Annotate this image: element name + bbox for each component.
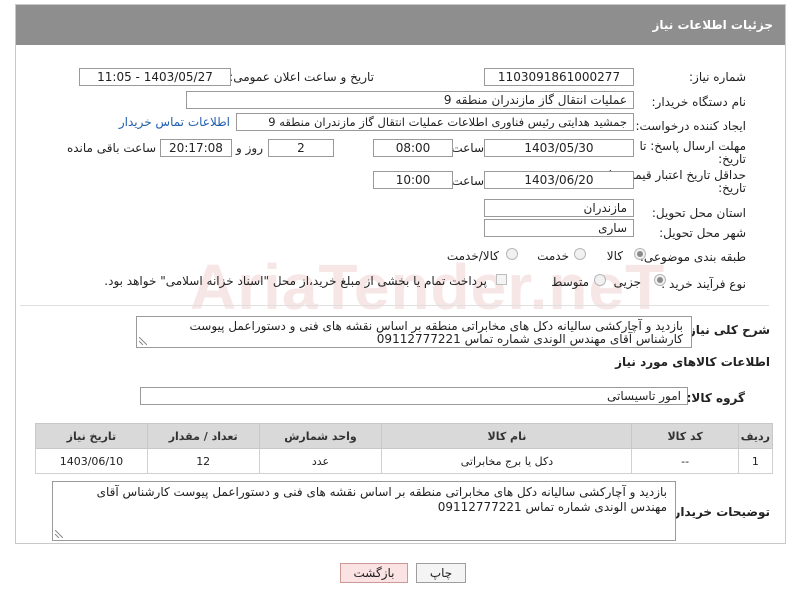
- validity-label-date: تاریخ:: [718, 181, 746, 195]
- description-text: بازدید و آچارکشی سالیانه دکل های مخابرات…: [189, 319, 683, 346]
- col-item-code: کد کالا: [631, 423, 739, 449]
- buyer-org-label: نام دستگاه خریدار:: [651, 95, 747, 109]
- buyer-notes-text: بازدید و آچارکشی سالیانه دکل های مخابرات…: [96, 485, 667, 514]
- deadline-date-field: 1403/05/30: [484, 139, 634, 157]
- col-row-number: ردیف: [737, 423, 774, 449]
- cell-item-code: --: [631, 448, 739, 474]
- cell-quantity: 12: [146, 448, 260, 474]
- deadline-hour-label: ساعت: [451, 141, 484, 155]
- days-label: روز و: [236, 141, 263, 155]
- treasury-note: پرداخت تمام یا بخشی از مبلغ خرید،از محل …: [104, 274, 487, 288]
- treasury-checkbox[interactable]: [496, 274, 507, 285]
- goods-group-field: امور تاسیساتی: [140, 387, 688, 405]
- col-item-name: نام کالا: [381, 423, 633, 449]
- resize-grip-icon[interactable]: [55, 530, 63, 538]
- validity-date-field: 1403/06/20: [484, 171, 634, 189]
- buyer-contact-link[interactable]: اطلاعات تماس خریدار: [119, 115, 230, 129]
- category-radio-goods-service[interactable]: [506, 248, 518, 260]
- category-option-goods: کالا: [606, 249, 623, 263]
- process-radio-minor[interactable]: [654, 274, 666, 286]
- goods-section-title: اطلاعات کالاهای مورد نیاز: [615, 355, 770, 369]
- category-label: طبقه بندی موضوعی:: [639, 250, 746, 264]
- process-option-minor: جزیی: [613, 275, 641, 289]
- category-option-service: خدمت: [537, 249, 569, 263]
- category-option-goods-service: کالا/خدمت: [446, 249, 499, 263]
- city-label: شهر محل تحویل:: [659, 226, 746, 240]
- description-label: شرح کلی نیاز:: [684, 323, 770, 337]
- col-unit: واحد شمارش: [258, 423, 383, 449]
- remaining-time-label: ساعت باقی مانده: [66, 141, 156, 155]
- cell-unit: عدد: [258, 448, 383, 474]
- cell-need-date: 1403/06/10: [35, 448, 148, 474]
- cell-row-number: 1: [737, 448, 774, 474]
- announce-field: 1403/05/27 - 11:05: [79, 68, 231, 86]
- deadline-label: مهلت ارسال پاسخ: تا: [639, 139, 746, 153]
- creator-label: ایجاد کننده درخواست:: [635, 119, 746, 133]
- days-field: 2: [268, 139, 334, 157]
- remaining-time-field: 20:17:08: [160, 139, 232, 157]
- section-divider: [20, 305, 769, 306]
- creator-field: جمشید هدایتی رئیس فناوری اطلاعات عملیات …: [236, 113, 634, 131]
- col-quantity: تعداد / مقدار: [146, 423, 260, 449]
- process-label: نوع فرآیند خرید :: [661, 277, 746, 291]
- province-label: استان محل تحویل:: [651, 206, 746, 220]
- process-radio-medium[interactable]: [594, 274, 606, 286]
- deadline-hour-field: 08:00: [373, 139, 453, 157]
- announce-label: تاریخ و ساعت اعلان عمومی:: [229, 70, 374, 84]
- need-number-label: شماره نیاز:: [689, 70, 746, 84]
- validity-hour-label: ساعت: [451, 174, 484, 188]
- need-number-field: 1103091861000277: [484, 68, 634, 86]
- table-row: 1 -- دکل یا برج مخابراتی عدد 12 1403/06/…: [35, 448, 774, 474]
- col-need-date: تاریخ نیاز: [35, 423, 148, 449]
- resize-grip-icon[interactable]: [139, 337, 147, 345]
- description-field: بازدید و آچارکشی سالیانه دکل های مخابرات…: [136, 316, 692, 348]
- goods-group-label: گروه کالا:: [686, 391, 745, 405]
- city-field: ساری: [484, 219, 634, 237]
- back-button[interactable]: بازگشت: [340, 563, 408, 583]
- category-radio-service[interactable]: [574, 248, 586, 260]
- buyer-org-field: عملیات انتقال گاز مازندران منطقه 9: [186, 91, 634, 109]
- goods-table-header: ردیف کد کالا نام کالا واحد شمارش تعداد /…: [35, 423, 774, 449]
- validity-hour-field: 10:00: [373, 171, 453, 189]
- goods-table: ردیف کد کالا نام کالا واحد شمارش تعداد /…: [35, 423, 774, 474]
- print-button[interactable]: چاپ: [416, 563, 466, 583]
- cell-item-name: دکل یا برج مخابراتی: [381, 448, 633, 474]
- province-field: مازندران: [484, 199, 634, 217]
- process-option-medium: متوسط: [551, 275, 589, 289]
- buyer-notes-field: بازدید و آچارکشی سالیانه دکل های مخابرات…: [52, 481, 676, 541]
- deadline-label-date: تاریخ:: [718, 152, 746, 166]
- panel-title: جزئیات اطلاعات نیاز: [16, 5, 785, 45]
- buyer-notes-label: توضیحات خریدار:: [668, 505, 770, 519]
- category-radio-goods[interactable]: [634, 248, 646, 260]
